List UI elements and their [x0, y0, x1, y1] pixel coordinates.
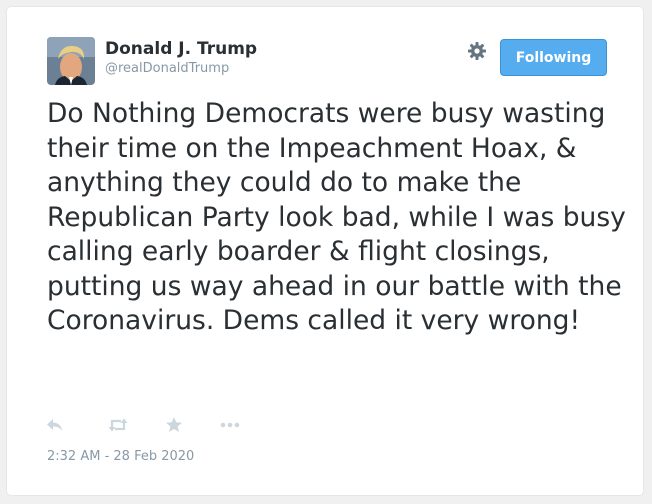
more-dots-icon[interactable] [219, 416, 241, 436]
following-button[interactable]: Following [500, 39, 607, 76]
retweet-icon[interactable] [107, 416, 129, 436]
gear-icon[interactable] [467, 41, 487, 61]
author-handle[interactable]: @realDonaldTrump [105, 61, 229, 76]
reply-icon[interactable] [45, 416, 67, 436]
favorite-star-icon[interactable] [165, 416, 187, 436]
tweet-text: Do Nothing Democrats were busy wasting t… [47, 98, 626, 336]
avatar[interactable] [47, 37, 95, 85]
tweet-card: Donald J. Trump @realDonaldTrump Followi… [6, 6, 644, 496]
author-name[interactable]: Donald J. Trump [105, 39, 257, 59]
user-avatar-icon [47, 37, 95, 85]
tweet-timestamp[interactable]: 2:32 AM - 28 Feb 2020 [47, 449, 194, 464]
